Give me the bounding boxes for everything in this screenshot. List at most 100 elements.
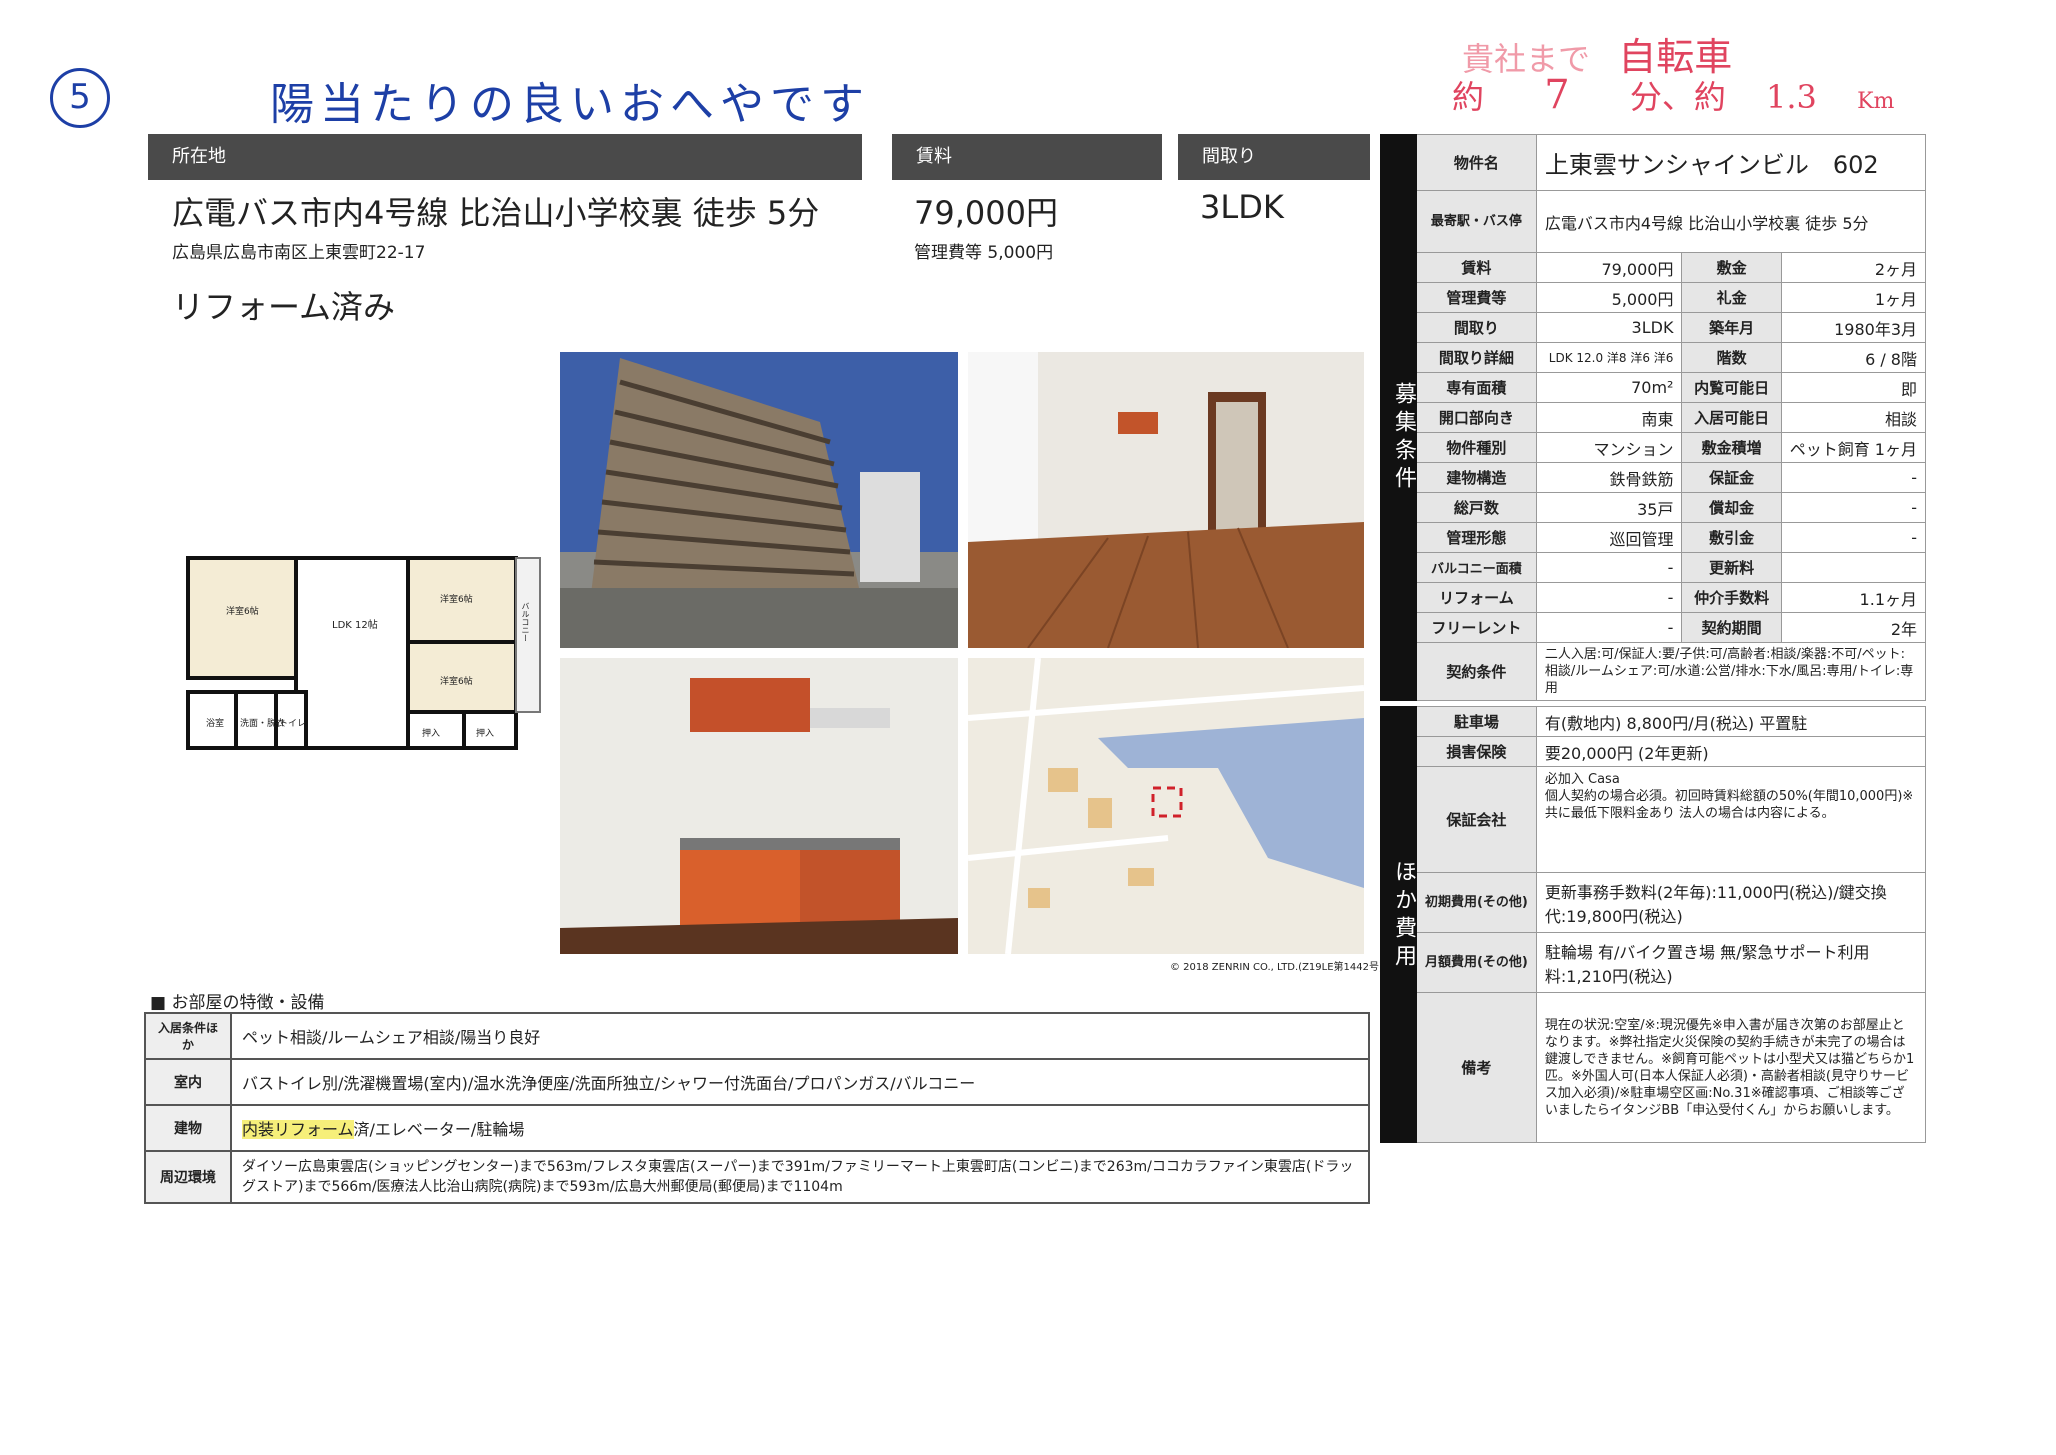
condition-key: 建物構造 xyxy=(1415,462,1537,493)
map-copyright: © 2018 ZENRIN CO., LTD.(Z19LE第1442号) xyxy=(1170,962,1383,973)
side-spacer-5 xyxy=(1380,736,1417,767)
handwritten-dist-c: 約 xyxy=(1452,78,1485,116)
layout-value: 3LDK xyxy=(1200,188,1284,226)
fp-balcony: バルコニー xyxy=(521,602,530,642)
feature-value-surroundings: ダイソー広島東雲店(ショッピングセンター)まで563m/フレスタ東雲店(スーパー… xyxy=(230,1150,1370,1204)
parking-key: 駐車場 xyxy=(1415,706,1537,737)
condition-key: 管理形態 xyxy=(1415,522,1537,553)
condition-key: フリーレント xyxy=(1415,612,1537,643)
condition-key: 専有面積 xyxy=(1415,372,1537,403)
condition-value: - xyxy=(1535,552,1683,583)
remarks-key: 備考 xyxy=(1415,992,1537,1143)
condition-value-2: 1980年3月 xyxy=(1780,312,1927,343)
insurance-key: 損害保険 xyxy=(1415,736,1537,767)
condition-value: マンション xyxy=(1535,432,1683,463)
name-key: 物件名 xyxy=(1415,134,1537,191)
side-spacer-4 xyxy=(1380,706,1417,737)
monthly-value: 駐輪場 有/バイク置き場 無/緊急サポート利用料:1,210円(税込) xyxy=(1535,932,1927,993)
access-text: 広電バス市内4号線 比治山小学校裏 徒歩 5分 xyxy=(172,194,820,232)
condition-value: 南東 xyxy=(1535,402,1683,433)
feature-highlight: 内装リフォーム xyxy=(242,1120,354,1139)
handwritten-circle: 5 xyxy=(50,68,110,128)
condition-key: 賃料 xyxy=(1415,252,1537,283)
condition-value-2 xyxy=(1780,552,1927,583)
condition-key-2: 更新料 xyxy=(1681,552,1782,583)
condition-value-2: 2ヶ月 xyxy=(1780,252,1927,283)
condition-value-2: - xyxy=(1780,462,1927,493)
handwritten-distance-line2: 約 7 分、約 1.3 Km xyxy=(1452,72,1894,118)
map-image xyxy=(968,658,1364,954)
contract-value: 二人入居:可/保証人:要/子供:可/高齢者:相談/楽器:不可/ペット:相談/ルー… xyxy=(1535,642,1927,701)
condition-key-2: 敷引金 xyxy=(1681,522,1782,553)
condition-key-2: 仲介手数料 xyxy=(1681,582,1782,613)
condition-value: 79,000円 xyxy=(1535,252,1683,283)
header-layout: 間取り xyxy=(1178,134,1370,180)
condition-key-2: 保証金 xyxy=(1681,462,1782,493)
condition-value-2: 6 / 8階 xyxy=(1780,342,1927,373)
condition-value-2: ペット飼育 1ヶ月 xyxy=(1780,432,1927,463)
condition-row: 専有面積 70m² 内覧可能日即 xyxy=(1380,372,1927,403)
guarantor-value: 必加入 Casa 個人契約の場合必須。初回時賃料総額の50%(年間10,000円… xyxy=(1535,766,1927,873)
remarks-value: 現在の状況:空室/※:現況優先※申入書が届き次第のお部屋止となります。※弊社指定… xyxy=(1535,992,1927,1143)
condition-value: LDK 12.0 洋8 洋6 洋6 xyxy=(1535,342,1683,373)
feature-key-indoor: 室内 xyxy=(144,1058,232,1106)
condition-row: 間取り 3LDK 築年月 1980年3月 xyxy=(1380,312,1927,343)
condition-key: バルコニー面積 xyxy=(1415,552,1537,583)
floorplan xyxy=(184,554,544,750)
handwritten-dist-e: 分、約 xyxy=(1629,78,1726,116)
condition-key-2: 築年月 xyxy=(1681,312,1782,343)
features-title: ■ お部屋の特徴・設備 xyxy=(150,993,325,1013)
side-spacer xyxy=(1380,134,1417,191)
side-spacer-9 xyxy=(1380,992,1417,1143)
condition-key: 間取り xyxy=(1415,312,1537,343)
condition-value: - xyxy=(1535,582,1683,613)
condition-key: 管理費等 xyxy=(1415,282,1537,313)
handwritten-dist-d: 7 xyxy=(1544,72,1570,118)
condition-key: 総戸数 xyxy=(1415,492,1537,523)
condition-key: 物件種別 xyxy=(1415,432,1537,463)
side-spacer-6 xyxy=(1380,766,1417,873)
condition-key-2: 敷金積増 xyxy=(1681,432,1782,463)
side-spacer-row xyxy=(1380,492,1417,523)
side-label-other: ほか費用 xyxy=(1391,860,1416,972)
station-value: 広電バス市内4号線 比治山小学校裏 徒歩 5分 xyxy=(1535,190,1927,253)
feature-value-indoor: バストイレ別/洗濯機置場(室内)/温水洗浄便座/洗面所独立/シャワー付洗面台/プ… xyxy=(230,1058,1370,1106)
fp-room-right-top: 洋室6帖 xyxy=(440,595,473,605)
condition-row: フリーレント - 契約期間 2年 xyxy=(1380,612,1927,643)
condition-row: 建物構造 鉄骨鉄筋 保証金 - xyxy=(1380,462,1927,493)
condition-value-2: 即 xyxy=(1780,372,1927,403)
condition-row: 総戸数 35戸 償却金 - xyxy=(1380,492,1927,523)
condition-key-2: 敷金 xyxy=(1681,252,1782,283)
condition-key-2: 階数 xyxy=(1681,342,1782,373)
fp-bath: 浴室 xyxy=(206,719,225,729)
name-value: 上東雲サンシャインビル 602 xyxy=(1535,134,1927,191)
handwritten-circle-number: 5 xyxy=(69,77,91,117)
feature-value-building: 内装リフォーム済/エレベーター/駐輪場 xyxy=(230,1104,1370,1152)
fp-ldk: LDK 12帖 xyxy=(332,620,378,631)
condition-row: 開口部向き 南東 入居可能日 相談 xyxy=(1380,402,1927,433)
side-spacer-row xyxy=(1380,342,1417,373)
fp-closet1: 押入 xyxy=(422,729,441,739)
condition-key-2: 礼金 xyxy=(1681,282,1782,313)
condition-value-2: - xyxy=(1780,522,1927,553)
condition-key: リフォーム xyxy=(1415,582,1537,613)
condition-value-2: 1.1ヶ月 xyxy=(1780,582,1927,613)
condition-value: 70m² xyxy=(1535,372,1683,403)
guarantor-key: 保証会社 xyxy=(1415,766,1537,873)
header-rent: 賃料 xyxy=(892,134,1162,180)
condition-row: 管理費等 5,000円 礼金 1ヶ月 xyxy=(1380,282,1927,313)
property-table: 物件名 上東雲サンシャインビル 602 最寄駅・バス停 広電バス市内4号線 比治… xyxy=(1380,134,1927,1143)
condition-row: 物件種別 マンション 敷金積増 ペット飼育 1ヶ月 xyxy=(1380,432,1927,463)
initial-value: 更新事務手数料(2年毎):11,000円(税込)/鍵交換代:19,800円(税込… xyxy=(1535,872,1927,933)
management-fee: 管理費等 5,000円 xyxy=(914,243,1054,263)
side-label-conditions: 募集条件 xyxy=(1391,382,1416,494)
side-spacer-row xyxy=(1380,282,1417,313)
fp-toilet: トイレ xyxy=(279,719,307,729)
handwritten-dist-g: Km xyxy=(1857,89,1895,114)
monthly-key: 月額費用(その他) xyxy=(1415,932,1537,993)
handwritten-note: 陽当たりの良いおへやです xyxy=(270,79,870,130)
side-spacer-row xyxy=(1380,612,1417,643)
condition-value-2: - xyxy=(1780,492,1927,523)
condition-value: 35戸 xyxy=(1535,492,1683,523)
feature-key-conditions: 入居条件ほか xyxy=(144,1012,232,1060)
